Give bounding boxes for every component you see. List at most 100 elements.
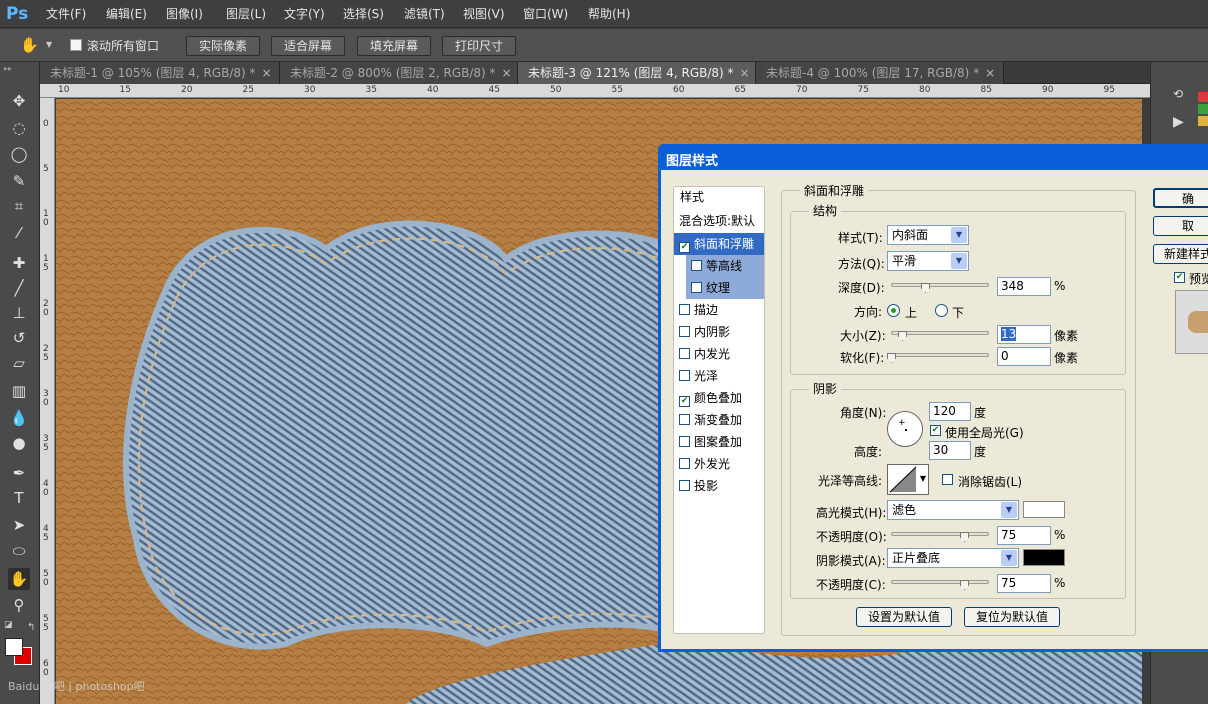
style-checkbox[interactable] <box>679 304 690 315</box>
style-checkbox[interactable] <box>679 326 690 337</box>
collapse-icon[interactable]: ▸▸ <box>4 64 12 73</box>
pen-tool-icon[interactable]: ✒ <box>8 462 30 484</box>
blur-tool-icon[interactable]: 💧 <box>8 407 30 429</box>
style-item[interactable]: 外发光 <box>674 453 764 475</box>
actual-pixels-button[interactable]: 实际像素 <box>186 36 260 56</box>
shadow-opacity-slider[interactable] <box>891 580 989 584</box>
swatch-red[interactable] <box>1198 92 1208 102</box>
cancel-button[interactable]: 取 <box>1153 216 1208 236</box>
style-checkbox[interactable] <box>691 260 702 271</box>
hand-tool-preset-icon[interactable]: ✋ <box>20 36 39 54</box>
set-default-button[interactable]: 设置为默认值 <box>856 607 952 627</box>
ok-button[interactable]: 确 <box>1153 188 1208 208</box>
swatch-yellow[interactable] <box>1198 116 1208 126</box>
marquee-tool-icon[interactable]: ◌ <box>8 117 30 139</box>
highlight-opacity-slider[interactable] <box>891 532 989 536</box>
highlight-color-swatch[interactable] <box>1023 501 1065 518</box>
tab-untitled-1[interactable]: 未标题-1 @ 105% (图层 4, RGB/8) * × <box>40 62 280 84</box>
highlight-opacity-input[interactable]: 75 <box>997 526 1051 545</box>
angle-input[interactable]: 120 <box>929 402 971 421</box>
gloss-contour-picker[interactable]: ▼ <box>887 464 929 495</box>
styles-header[interactable]: 样式 <box>680 188 704 205</box>
preview-checkbox[interactable]: ✔ <box>1174 272 1185 283</box>
menu-item[interactable]: 图层(L) <box>226 5 266 23</box>
menu-item[interactable]: 文字(Y) <box>284 5 325 23</box>
history-icon[interactable]: ⟲ <box>1173 87 1191 105</box>
lasso-tool-icon[interactable]: ◯ <box>8 143 30 165</box>
type-tool-icon[interactable]: T <box>8 487 30 509</box>
size-input[interactable]: 13 <box>997 325 1051 344</box>
crop-tool-icon[interactable]: ⌗ <box>8 195 30 217</box>
eyedropper-tool-icon[interactable]: ⁄ <box>8 222 30 244</box>
gradient-tool-icon[interactable]: ▥ <box>8 380 30 402</box>
angle-dial[interactable]: + <box>887 411 923 447</box>
style-item[interactable]: 内发光 <box>674 343 764 365</box>
style-item[interactable]: 渐变叠加 <box>674 409 764 431</box>
global-light-checkbox[interactable]: ✔ <box>930 425 941 436</box>
foreground-color-swatch[interactable] <box>5 638 23 656</box>
style-item[interactable]: 投影 <box>674 475 764 497</box>
scroll-all-windows-checkbox[interactable] <box>70 39 82 51</box>
depth-slider[interactable] <box>891 283 989 287</box>
swap-colors-icon[interactable]: ↰ <box>27 622 35 633</box>
menu-item[interactable]: 窗口(W) <box>523 5 568 23</box>
fit-screen-button[interactable]: 适合屏幕 <box>271 36 345 56</box>
ellipse-tool-icon[interactable]: ⬭ <box>8 540 30 562</box>
antialias-checkbox[interactable] <box>942 474 953 485</box>
default-colors-icon[interactable]: ◪ <box>4 620 13 630</box>
dodge-tool-icon[interactable]: ● <box>8 432 30 454</box>
tab-untitled-2[interactable]: 未标题-2 @ 800% (图层 2, RGB/8) * × <box>280 62 518 84</box>
direction-up-radio[interactable] <box>887 304 900 317</box>
print-size-button[interactable]: 打印尺寸 <box>442 36 516 56</box>
menu-item[interactable]: 视图(V) <box>463 5 505 23</box>
shadow-mode-select[interactable]: 正片叠底 ▼ <box>887 548 1019 568</box>
shadow-opacity-input[interactable]: 75 <box>997 574 1051 593</box>
direction-down-radio[interactable] <box>935 304 948 317</box>
soften-input[interactable]: 0 <box>997 347 1051 366</box>
style-item[interactable]: 内阴影 <box>674 321 764 343</box>
menu-item[interactable]: 文件(F) <box>46 5 86 23</box>
close-icon[interactable]: × <box>502 66 512 80</box>
eraser-tool-icon[interactable]: ▱ <box>8 352 30 374</box>
bevel-style-select[interactable]: 内斜面 ▼ <box>887 225 969 245</box>
shadow-color-swatch[interactable] <box>1023 549 1065 566</box>
close-icon[interactable]: × <box>262 66 272 80</box>
technique-select[interactable]: 平滑 ▼ <box>887 251 969 271</box>
style-checkbox[interactable] <box>679 370 690 381</box>
style-checkbox[interactable] <box>679 348 690 359</box>
tab-untitled-4[interactable]: 未标题-4 @ 100% (图层 17, RGB/8) * × <box>756 62 1004 84</box>
style-checkbox[interactable] <box>679 480 690 491</box>
style-checkbox[interactable] <box>679 458 690 469</box>
move-tool-icon[interactable]: ✥ <box>8 90 30 112</box>
close-icon[interactable]: × <box>740 66 750 80</box>
style-item[interactable]: 纹理 <box>686 277 764 299</box>
quick-select-tool-icon[interactable]: ✎ <box>8 170 30 192</box>
zoom-tool-icon[interactable]: ⚲ <box>8 594 30 616</box>
style-checkbox[interactable]: ✔ <box>679 242 690 253</box>
style-checkbox[interactable] <box>679 436 690 447</box>
style-item[interactable]: ✔ 斜面和浮雕 <box>674 233 764 255</box>
style-item[interactable]: 描边 <box>674 299 764 321</box>
menu-item[interactable]: 图像(I) <box>166 5 203 23</box>
reset-default-button[interactable]: 复位为默认值 <box>964 607 1060 627</box>
altitude-input[interactable]: 30 <box>929 441 971 460</box>
history-brush-tool-icon[interactable]: ↺ <box>8 327 30 349</box>
style-checkbox[interactable] <box>691 282 702 293</box>
clone-stamp-tool-icon[interactable]: ⊥ <box>8 302 30 324</box>
menu-item[interactable]: 滤镜(T) <box>404 5 445 23</box>
fill-screen-button[interactable]: 填充屏幕 <box>357 36 431 56</box>
chevron-down-icon[interactable]: ▼ <box>46 40 52 49</box>
menu-item[interactable]: 编辑(E) <box>106 5 147 23</box>
swatch-green[interactable] <box>1198 104 1208 114</box>
play-icon[interactable]: ▶ <box>1173 114 1191 132</box>
blend-options-item[interactable]: 混合选项:默认 <box>679 212 755 229</box>
style-item[interactable]: 光泽 <box>674 365 764 387</box>
highlight-mode-select[interactable]: 滤色 ▼ <box>887 500 1019 520</box>
soften-slider[interactable] <box>891 353 989 357</box>
healing-brush-tool-icon[interactable]: ✚ <box>8 252 30 274</box>
depth-input[interactable]: 348 <box>997 277 1051 296</box>
style-item[interactable]: 图案叠加 <box>674 431 764 453</box>
tab-untitled-3[interactable]: 未标题-3 @ 121% (图层 4, RGB/8) * × <box>518 62 756 84</box>
close-icon[interactable]: × <box>985 66 995 80</box>
style-checkbox[interactable] <box>679 414 690 425</box>
